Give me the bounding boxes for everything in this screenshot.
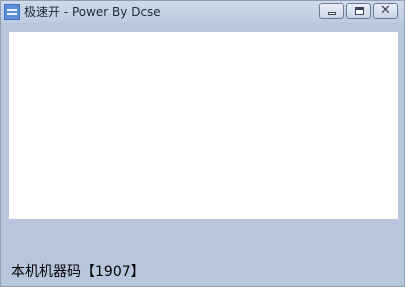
close-button[interactable]: ✕ xyxy=(373,3,398,19)
maximize-icon xyxy=(355,7,364,15)
minimize-icon xyxy=(328,12,336,15)
close-icon: ✕ xyxy=(380,3,391,18)
app-window: 极速开 - Power By Dcse ✕ 本机机器码【1907】 xyxy=(0,0,405,287)
title-bar[interactable]: 极速开 - Power By Dcse ✕ xyxy=(1,1,404,23)
caption-buttons: ✕ xyxy=(319,3,398,19)
machine-code-label: 本机机器码【1907】 xyxy=(11,264,145,280)
app-icon xyxy=(4,4,20,20)
window-title: 极速开 - Power By Dcse xyxy=(24,5,161,19)
content-panel xyxy=(9,32,398,219)
minimize-button[interactable] xyxy=(319,3,344,19)
maximize-button[interactable] xyxy=(346,3,371,19)
